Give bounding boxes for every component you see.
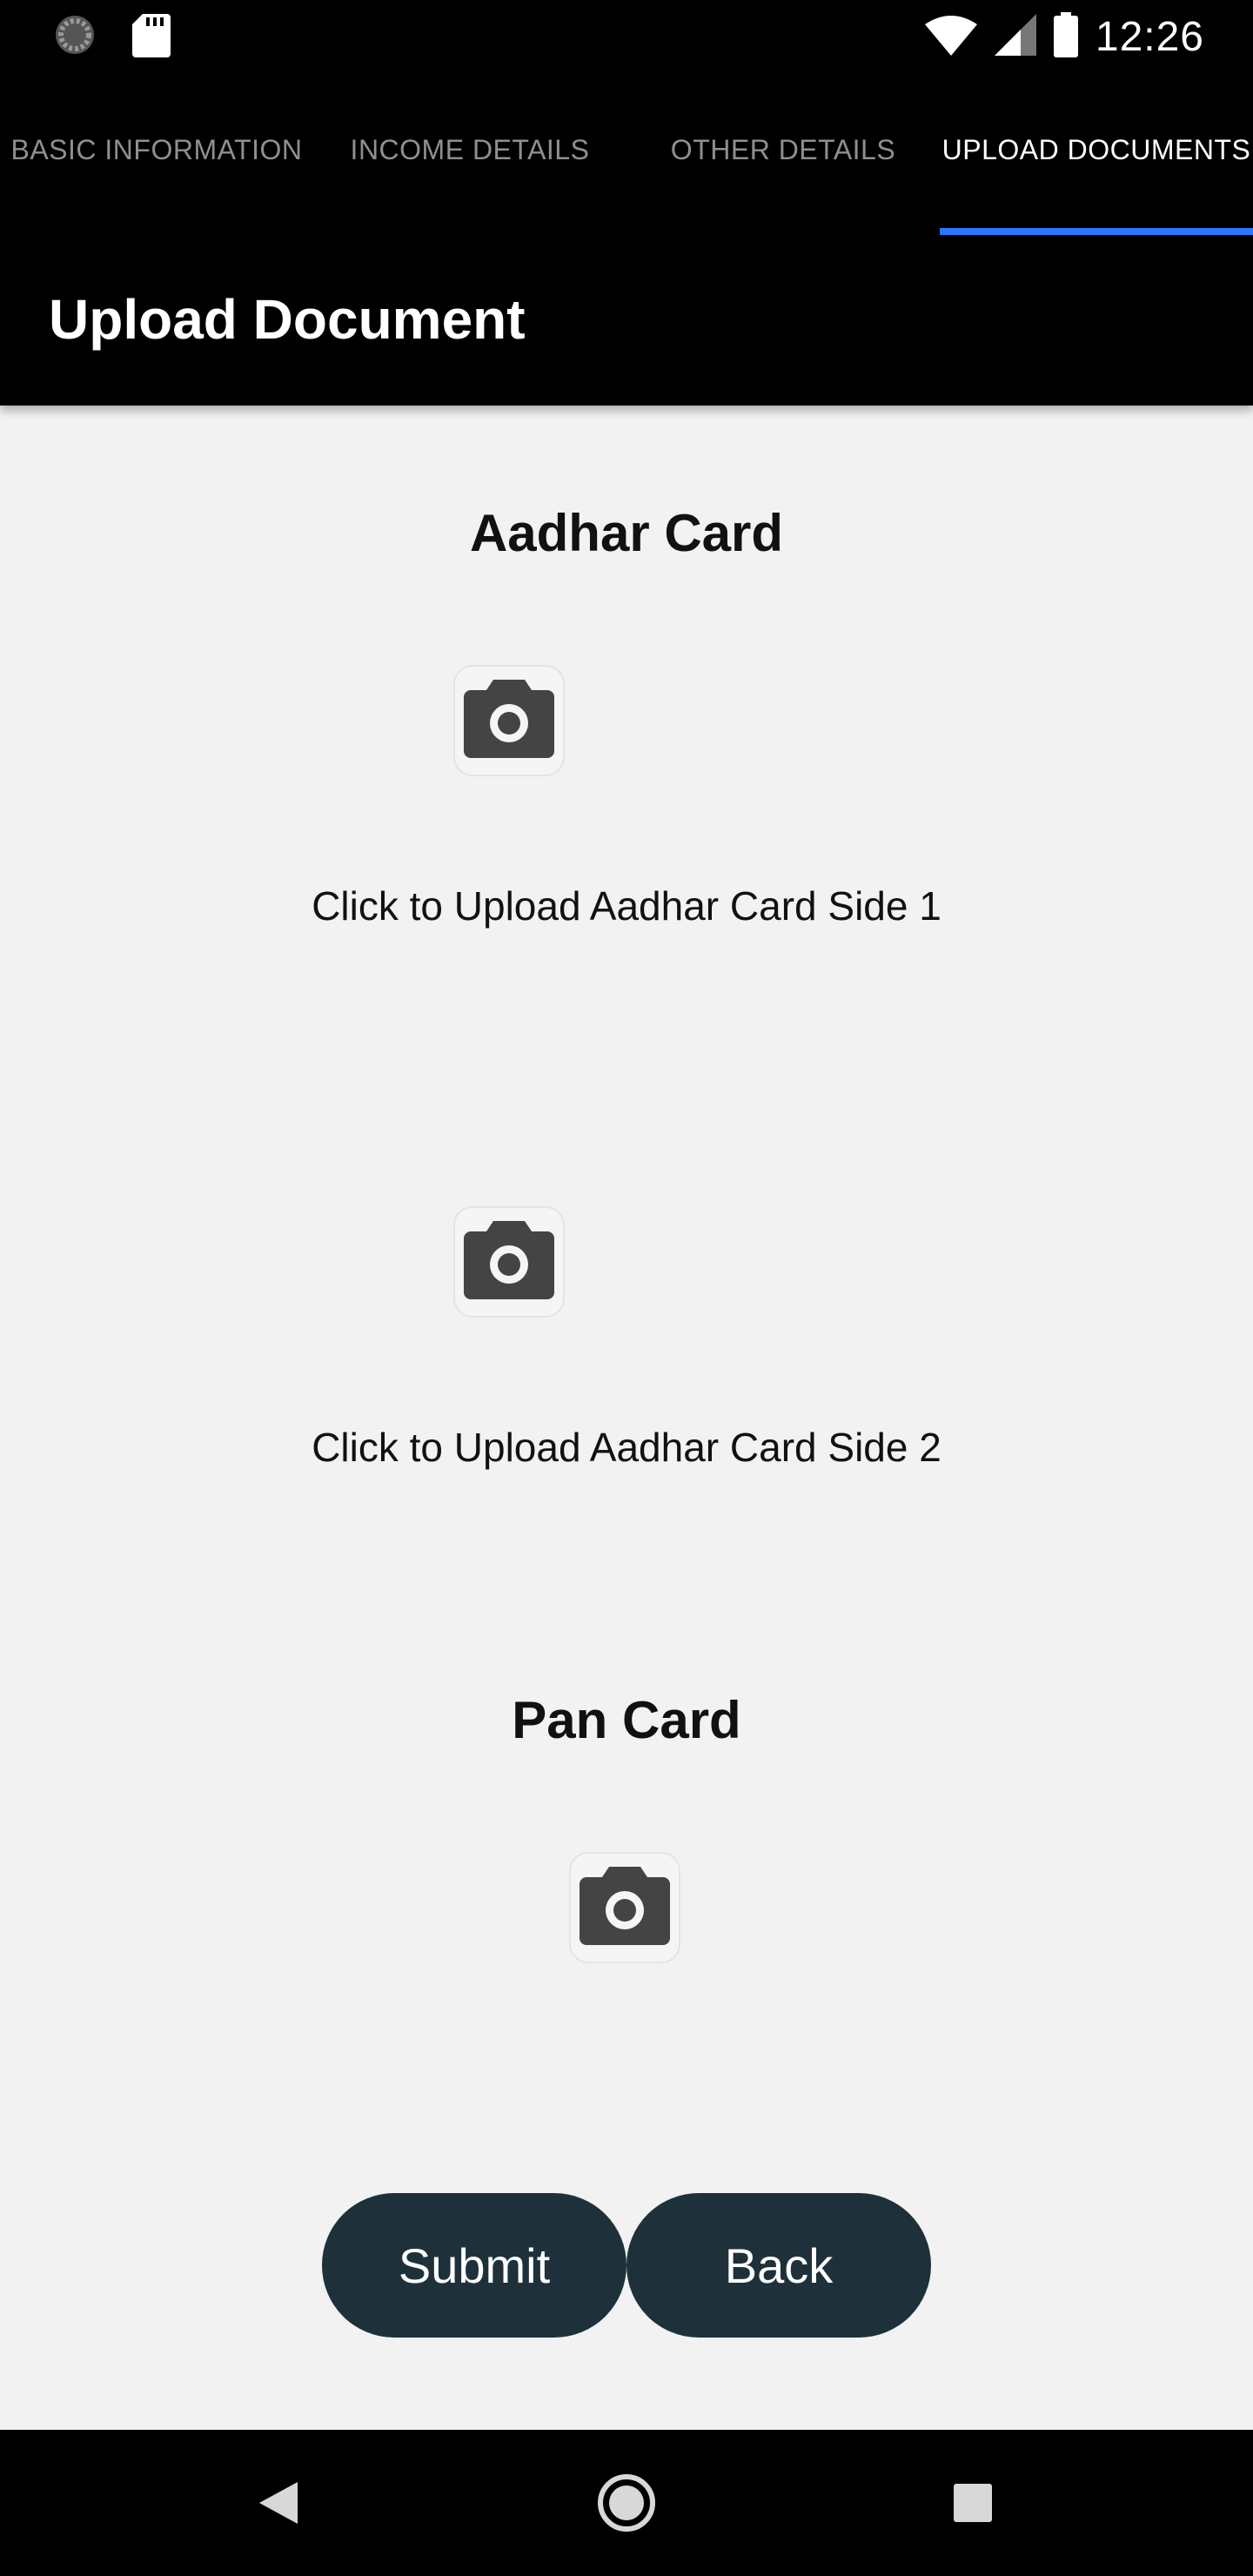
loading-icon	[52, 12, 97, 62]
pan-card-heading: Pan Card	[512, 1691, 741, 1749]
tab-basic-information[interactable]: BASIC INFORMATION	[0, 73, 313, 235]
status-time: 12:26	[1095, 13, 1204, 60]
camera-icon	[464, 1220, 554, 1304]
tab-upload-documents[interactable]: UPLOAD DOCUMENTS	[940, 73, 1253, 235]
wifi-icon	[924, 14, 977, 60]
app-bar: Upload Document	[0, 235, 1253, 406]
status-bar: 12:26	[0, 0, 1253, 73]
sd-card-icon	[132, 12, 171, 62]
camera-icon	[464, 679, 554, 762]
back-button[interactable]: Back	[626, 2193, 931, 2338]
active-tab-indicator	[940, 228, 1253, 235]
battery-icon	[1053, 11, 1078, 62]
camera-icon	[580, 1866, 670, 1949]
tab-bar: BASIC INFORMATION INCOME DETAILS OTHER D…	[0, 73, 1253, 235]
aadhar-side2-upload-button[interactable]	[453, 1206, 565, 1318]
tab-income-details[interactable]: INCOME DETAILS	[313, 73, 626, 235]
home-circle-icon[interactable]	[588, 2465, 665, 2541]
aadhar-card-heading: Aadhar Card	[469, 504, 784, 562]
page-title: Upload Document	[49, 288, 526, 351]
submit-button[interactable]: Submit	[322, 2193, 626, 2338]
tab-other-details[interactable]: OTHER DETAILS	[626, 73, 940, 235]
recents-square-icon[interactable]	[935, 2465, 1011, 2541]
signal-icon	[994, 13, 1036, 60]
aadhar-side1-upload-button[interactable]	[453, 665, 565, 776]
back-triangle-icon[interactable]	[240, 2465, 317, 2541]
pan-card-upload-button[interactable]	[569, 1852, 680, 1963]
aadhar-side2-caption[interactable]: Click to Upload Aadhar Card Side 2	[278, 1419, 975, 1476]
upload-documents-screen: 12:26 BASIC INFORMATION INCOME DETAILS O…	[0, 0, 1253, 2576]
system-nav-bar	[0, 2430, 1253, 2576]
aadhar-side1-caption[interactable]: Click to Upload Aadhar Card Side 1	[278, 877, 975, 935]
